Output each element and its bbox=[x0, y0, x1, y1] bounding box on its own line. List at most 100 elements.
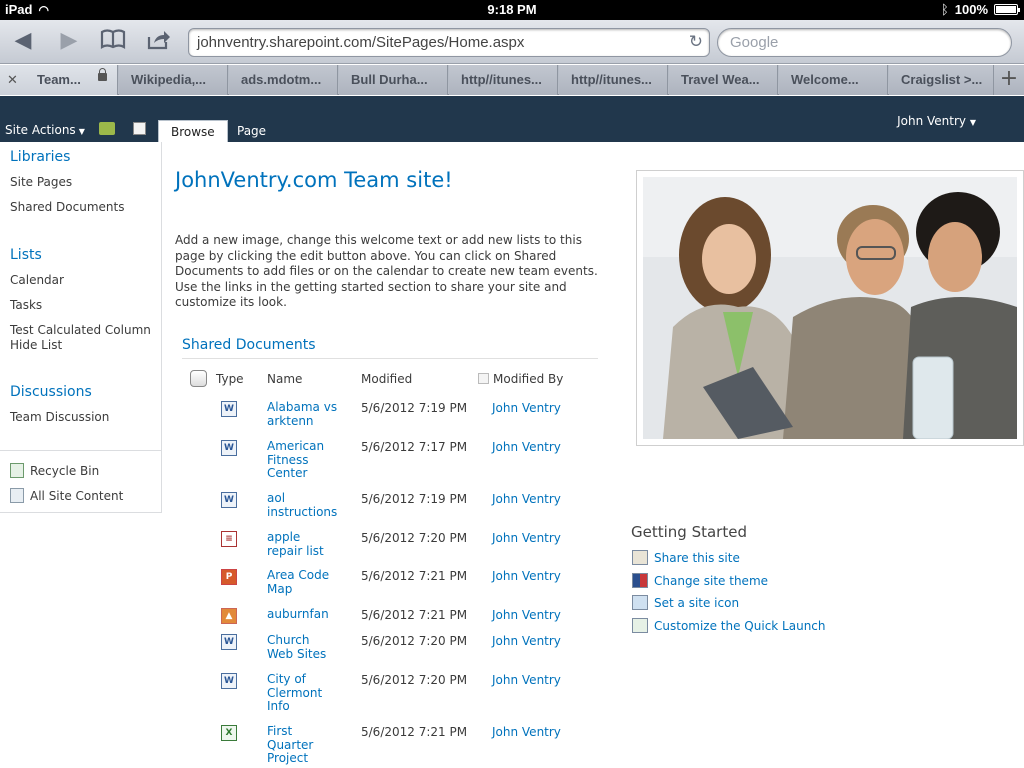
modified-date: 5/6/2012 7:20 PM bbox=[361, 531, 468, 545]
modified-by-link[interactable]: John Ventry bbox=[492, 725, 561, 739]
nav-item-test-calculated-column[interactable]: Test Calculated Column Hide List bbox=[10, 323, 151, 353]
back-icon[interactable]: ◀ bbox=[8, 28, 38, 54]
document-name-link[interactable]: aol instructions bbox=[267, 491, 347, 519]
document-name-link[interactable]: City of Clermont Info bbox=[267, 672, 347, 714]
nav-item-all-site-content[interactable]: All Site Content bbox=[10, 488, 123, 504]
document-name-link[interactable]: Alabama vs arktenn bbox=[267, 400, 347, 428]
tab-browse[interactable]: Browse bbox=[158, 120, 228, 142]
modified-date: 5/6/2012 7:20 PM bbox=[361, 634, 468, 648]
user-menu[interactable]: John Ventry ▼ bbox=[897, 114, 976, 128]
modified-date: 5/6/2012 7:17 PM bbox=[361, 440, 468, 454]
tab-itunes-1[interactable]: http//itunes... bbox=[449, 65, 558, 95]
close-tab-icon[interactable]: ✕ bbox=[7, 72, 18, 88]
browser-toolbar: ◀ ▶ johnventry.sharepoint.com/SitePages/… bbox=[0, 20, 1024, 64]
modified-by-link[interactable]: John Ventry bbox=[492, 492, 561, 506]
text-doc-icon: ≡ bbox=[221, 531, 237, 547]
modified-date: 5/6/2012 7:21 PM bbox=[361, 608, 468, 622]
new-tab-icon[interactable]: + bbox=[994, 65, 1024, 95]
share-site-link[interactable]: Share this site bbox=[632, 550, 740, 565]
tab-wikipedia[interactable]: Wikipedia,... bbox=[119, 65, 228, 95]
divider bbox=[182, 358, 598, 359]
tab-bull-durham[interactable]: Bull Durha... bbox=[339, 65, 448, 95]
nav-heading-libraries[interactable]: Libraries bbox=[10, 149, 70, 165]
url-text: johnventry.sharepoint.com/SitePages/Home… bbox=[197, 34, 525, 51]
modified-by-link[interactable]: John Ventry bbox=[492, 673, 561, 687]
modified-date: 5/6/2012 7:20 PM bbox=[361, 673, 468, 687]
clock: 9:18 PM bbox=[487, 2, 537, 17]
browser-tab-bar: ✕ Team... Wikipedia,... ads.mdotm... Bul… bbox=[0, 65, 1024, 95]
modified-date: 5/6/2012 7:19 PM bbox=[361, 401, 468, 415]
modified-by-link[interactable]: John Ventry bbox=[492, 608, 561, 622]
tab-itunes-2[interactable]: http//itunes... bbox=[559, 65, 668, 95]
ios-status-bar: iPad ◠ 9:18 PM ᛒ 100% bbox=[0, 0, 1024, 20]
modified-by-link[interactable]: John Ventry bbox=[492, 634, 561, 648]
document-name-link[interactable]: Church Web Sites bbox=[267, 633, 347, 661]
getting-started-heading: Getting Started bbox=[631, 523, 747, 541]
navigate-up-icon[interactable] bbox=[99, 122, 115, 135]
tab-page[interactable]: Page bbox=[225, 120, 278, 142]
nav-heading-lists[interactable]: Lists bbox=[10, 247, 42, 263]
pdf-doc-icon: P bbox=[221, 569, 237, 585]
shared-documents-heading[interactable]: Shared Documents bbox=[182, 337, 316, 353]
modified-by-link[interactable]: John Ventry bbox=[492, 531, 561, 545]
document-name-link[interactable]: Area Code Map bbox=[267, 568, 347, 596]
nav-item-team-discussion[interactable]: Team Discussion bbox=[10, 410, 109, 425]
nav-heading-discussions[interactable]: Discussions bbox=[10, 384, 92, 400]
quick-launch-icon bbox=[632, 618, 648, 633]
sharepoint-ribbon: Site Actions ▼ Browse Page John Ventry ▼ bbox=[0, 96, 1024, 142]
column-header-modified-by[interactable]: Modified By bbox=[478, 372, 563, 386]
document-name-link[interactable]: American Fitness Center bbox=[267, 439, 347, 481]
word-doc-icon: W bbox=[221, 673, 237, 689]
select-all-checkbox[interactable] bbox=[190, 370, 207, 387]
lock-icon bbox=[98, 68, 107, 81]
modified-by-link[interactable]: John Ventry bbox=[492, 440, 561, 454]
word-doc-icon: W bbox=[221, 401, 237, 417]
column-header-modified[interactable]: Modified bbox=[361, 372, 412, 386]
team-photo-illustration bbox=[643, 177, 1017, 439]
url-bar[interactable]: johnventry.sharepoint.com/SitePages/Home… bbox=[188, 28, 710, 57]
tab-team[interactable]: ✕ Team... bbox=[0, 65, 118, 95]
modified-by-link[interactable]: John Ventry bbox=[492, 401, 561, 415]
tab-travel-weather[interactable]: Travel Wea... bbox=[669, 65, 778, 95]
edit-page-icon[interactable] bbox=[133, 122, 146, 135]
set-site-icon-link[interactable]: Set a site icon bbox=[632, 595, 739, 610]
tab-craigslist[interactable]: Craigslist >... bbox=[889, 65, 994, 95]
change-theme-link[interactable]: Change site theme bbox=[632, 573, 768, 588]
document-name-link[interactable]: apple repair list bbox=[267, 530, 347, 558]
tab-ads[interactable]: ads.mdotm... bbox=[229, 65, 338, 95]
site-actions-menu[interactable]: Site Actions ▼ bbox=[5, 123, 85, 137]
nav-divider bbox=[0, 450, 161, 451]
nav-item-shared-documents[interactable]: Shared Documents bbox=[10, 200, 124, 215]
word-doc-icon: W bbox=[221, 492, 237, 508]
page-title: JohnVentry.com Team site! bbox=[175, 168, 453, 192]
document-name-link[interactable]: First Quarter Project bbox=[267, 724, 347, 766]
forward-icon[interactable]: ▶ bbox=[54, 28, 84, 54]
customize-quick-launch-link[interactable]: Customize the Quick Launch bbox=[632, 618, 826, 633]
word-doc-icon: W bbox=[221, 634, 237, 650]
site-icon-icon bbox=[632, 595, 648, 610]
column-header-name[interactable]: Name bbox=[267, 372, 302, 386]
quick-launch: Libraries Site Pages Shared Documents Li… bbox=[0, 142, 162, 513]
bluetooth-icon: ᛒ bbox=[940, 2, 949, 17]
search-input[interactable]: Google bbox=[717, 28, 1012, 57]
tab-welcome[interactable]: Welcome... bbox=[779, 65, 888, 95]
site-content-icon bbox=[10, 488, 24, 503]
battery-percent: 100% bbox=[954, 2, 988, 17]
bookmarks-icon[interactable] bbox=[98, 28, 128, 54]
document-name-link[interactable]: auburnfan bbox=[267, 607, 347, 622]
nav-item-site-pages[interactable]: Site Pages bbox=[10, 175, 72, 190]
site-image-frame bbox=[636, 170, 1024, 446]
nav-item-tasks[interactable]: Tasks bbox=[10, 298, 42, 313]
modified-by-link[interactable]: John Ventry bbox=[492, 569, 561, 583]
column-header-type[interactable]: Type bbox=[216, 372, 244, 386]
nav-item-recycle-bin[interactable]: Recycle Bin bbox=[10, 463, 99, 479]
checkbox-icon bbox=[478, 373, 489, 384]
reload-icon[interactable]: ↻ bbox=[689, 32, 703, 52]
caret-down-icon: ▼ bbox=[78, 127, 85, 136]
share-site-icon bbox=[632, 550, 648, 565]
team-photo bbox=[643, 177, 1017, 439]
image-doc-icon: ▲ bbox=[221, 608, 237, 624]
caret-down-icon: ▼ bbox=[969, 118, 976, 127]
nav-item-calendar[interactable]: Calendar bbox=[10, 273, 64, 288]
share-icon[interactable] bbox=[144, 28, 174, 54]
